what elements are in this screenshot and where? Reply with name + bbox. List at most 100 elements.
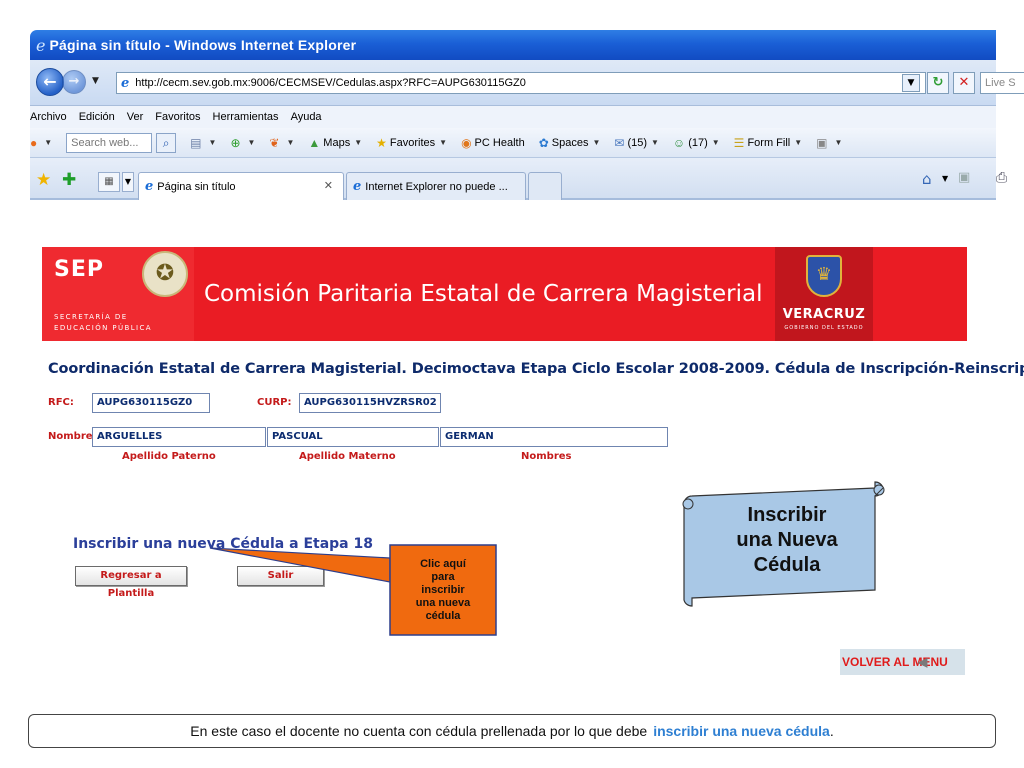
volver-menu-link[interactable]: VOLVER AL MENU ◀ [840,649,965,675]
veracruz-name: VERACRUZ [782,307,866,322]
mexico-eagle-seal-icon: ✪ [142,251,188,297]
page-title: Coordinación Estatal de Carrera Magister… [48,361,1024,377]
feeds-icon[interactable]: ▣ [958,170,970,185]
toolbar: ● ▼ Search web... ⌕ ▤ ▼ ⊕ ▼ ❦ ▼ ▲ Maps ▼ ★ Favo… [30,128,996,158]
contacts-icon: ☺ [672,135,686,150]
regresar-button[interactable]: Regresar a Plantilla [75,566,187,599]
form-fill-label: Form Fill [747,136,791,149]
volver-label: VOLVER AL MENU [842,655,948,669]
callout-line: para [431,570,455,583]
close-tab-icon[interactable]: ✕ [324,179,333,192]
scroll-note-text: Inscribir una Nueva Cédula [702,503,872,578]
home-dropdown-icon[interactable]: ▼ [942,174,948,183]
favorites-button[interactable]: ★ Favorites ▼ [376,136,447,150]
menu-edicion[interactable]: Edición [79,111,115,123]
tab-ie-error[interactable]: e Internet Explorer no puede ... [346,172,526,200]
rss-icon: ▣ [816,135,828,150]
window-title: Página sin título - Windows Internet Exp… [49,37,357,53]
callout-line: una nueva [415,596,471,609]
banner-title: Comisión Paritaria Estatal de Carrera Ma… [204,281,763,307]
apellido-paterno-field[interactable]: ARGUELLES [92,427,266,447]
scroll-curl-right [873,484,885,496]
butterfly-icon: ❦ [269,135,280,150]
window-titlebar: e Página sin título - Windows Internet E… [30,30,996,60]
sep-block: SEP ✪ SECRETARÍA DE EDUCACIÓN PÚBLICA [42,247,194,341]
msn-icon: ● [30,135,38,150]
menu-ver[interactable]: Ver [127,111,144,123]
favorites-icon: ★ [376,135,387,150]
rss-button[interactable]: ▣ ▼ [816,136,842,150]
highlight-button[interactable]: ▤ ▼ [190,136,216,150]
tab-label: Página sin título [157,180,236,193]
tab-list-dropdown-icon[interactable]: ▼ [122,172,134,192]
page-icon: e [121,75,130,91]
nombres-field[interactable]: GERMAN [440,427,668,447]
callout-line: Clic aquí [420,557,466,570]
quick-tabs-icon[interactable]: ▦ [98,172,120,192]
add-icon: ⊕ [230,135,241,150]
menu-favoritos[interactable]: Favoritos [155,111,200,123]
tab-pagina-sin-titulo[interactable]: e Página sin título ✕ [138,172,344,200]
menu-herramientas[interactable]: Herramientas [213,111,279,123]
note-text: En este caso el docente no cuenta con cé… [190,723,648,739]
add-favorite-icon[interactable]: ✚ [62,170,76,190]
curp-field[interactable]: AUPG630115HVZRSR02 [299,393,441,413]
back-arrow-icon: ◀ [918,655,928,669]
stop-button[interactable]: ✕ [953,72,975,94]
callout-pointer [209,547,391,583]
form-fill-button[interactable]: ☰ Form Fill ▼ [734,136,802,150]
menu-ayuda[interactable]: Ayuda [291,111,322,123]
scroll-note-line: una Nueva [736,529,838,551]
spaces-label: Spaces [551,136,589,149]
apellido-materno-field[interactable]: PASCUAL [267,427,439,447]
sep-subtitle-2: EDUCACIÓN PÚBLICA [54,324,153,332]
veracruz-block: ♛ VERACRUZ GOBIERNO DEL ESTADO [775,247,873,341]
scroll-note-line: Inscribir [747,504,827,526]
ie-logo-icon: e [36,35,46,55]
print-icon[interactable]: ⎙ [996,170,1007,186]
home-icon[interactable]: ⌂ [922,170,932,188]
contacts-button[interactable]: ☺ (17) ▼ [673,136,720,150]
maps-button[interactable]: ▲ Maps ▼ [308,136,362,150]
live-search-input[interactable]: Live S [980,72,1024,94]
url-dropdown-icon[interactable]: ▼ [902,74,920,92]
back-button[interactable]: ← [36,68,64,96]
menu-archivo[interactable]: Archivo [30,111,67,123]
form-fill-icon: ☰ [733,135,745,150]
tab-ie-icon: e [145,179,154,194]
spaces-icon: ✿ [538,135,549,150]
pc-health-icon: ◉ [461,135,472,150]
note-end: . [829,723,834,739]
sep-subtitle-1: SECRETARÍA DE [54,313,128,321]
add-button[interactable]: ⊕ ▼ [230,136,255,150]
web-search-input[interactable]: Search web... [66,132,153,153]
veracruz-subtitle: GOBIERNO DEL ESTADO [784,325,864,331]
pc-health-label: PC Health [474,136,525,149]
scroll-note-line: Cédula [753,554,821,576]
mail-icon: ✉ [614,135,625,150]
sep-logo: SEP [54,257,104,282]
url-text: http://cecm.sev.gob.mx:9006/CECMSEV/Cedu… [135,77,526,89]
forward-button[interactable]: → [62,70,86,94]
maps-icon: ▲ [308,135,321,150]
rfc-label: RFC: [48,397,74,408]
butterfly-button[interactable]: ❦ ▼ [269,136,294,150]
history-dropdown-icon[interactable]: ▼ [92,76,99,86]
favorites-center-icon[interactable]: ★ [36,170,51,190]
tab-label: Internet Explorer no puede ... [365,180,508,193]
pc-health-button[interactable]: ◉ PC Health [461,136,525,150]
new-tab-button[interactable] [528,172,562,200]
msn-button[interactable]: ● ▼ [30,136,52,150]
spaces-button[interactable]: ✿ Spaces ▼ [539,136,601,150]
tab-bar: ★ ✚ ▦ ▼ e Página sin título ✕ e Internet… [30,158,1007,200]
nombres-label: Nombres [521,451,572,462]
callout-text: Clic aquí para inscribir una nueva cédul… [390,545,496,635]
rfc-field[interactable]: AUPG630115GZ0 [92,393,210,413]
search-icon[interactable]: ⌕ [156,132,177,153]
apellido-materno-label: Apellido Materno [299,451,396,462]
apellido-paterno-label: Apellido Paterno [122,451,216,462]
url-input[interactable]: e http://cecm.sev.gob.mx:9006/CECMSEV/Ce… [116,72,926,94]
refresh-button[interactable]: ↻ [927,72,949,94]
mail-button[interactable]: ✉ (15) ▼ [614,136,659,150]
address-bar: ← → ▼ e http://cecm.sev.gob.mx:9006/CECM… [30,60,1024,106]
